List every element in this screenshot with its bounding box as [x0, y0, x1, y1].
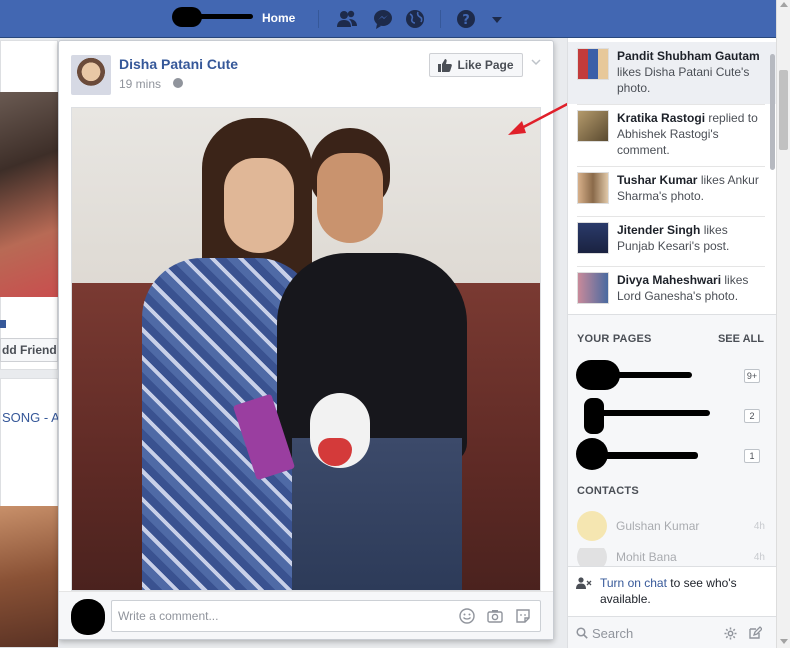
like-page-label: Like Page: [457, 58, 514, 72]
see-all-pages-link[interactable]: SEE ALL: [718, 333, 764, 345]
feed-song-link[interactable]: SONG - A: [2, 410, 60, 425]
scroll-down-arrow-icon[interactable]: [780, 639, 788, 644]
ticker-name: Jitender Singh: [617, 223, 701, 237]
redacted-page-2-name: [598, 410, 710, 416]
photo-person-2-face: [317, 153, 383, 243]
page-scrollbar[interactable]: [776, 0, 790, 648]
friend-requests-icon[interactable]: [336, 9, 358, 29]
contact-avatar: [577, 511, 607, 541]
ticker-separator: [577, 266, 765, 267]
svg-text:?: ?: [462, 13, 470, 28]
sticker-icon[interactable]: [515, 608, 531, 624]
top-navigation-bar: Home ?: [0, 0, 776, 38]
post-timestamp[interactable]: 19 mins: [119, 77, 161, 91]
ticker-separator: [577, 104, 765, 105]
ticker-text: Jitender Singh likes Punjab Kesari's pos…: [617, 222, 765, 254]
contact-last-active: 4h: [753, 520, 765, 532]
ticker-name: Tushar Kumar: [617, 173, 698, 187]
like-page-button[interactable]: Like Page: [429, 53, 523, 77]
topbar-divider-2: [440, 10, 441, 28]
page-notification-badge: 2: [744, 409, 760, 423]
add-friend-button[interactable]: dd Friend: [0, 338, 58, 362]
ticker-item[interactable]: Pandit Shubham Gautam likes Disha Patani…: [577, 48, 765, 96]
chat-search-input[interactable]: [592, 623, 712, 643]
ticker-thumbnail: [577, 222, 609, 254]
post-photo[interactable]: [71, 107, 541, 591]
ticker-item[interactable]: Divya Maheshwari likes Lord Ganesha's ph…: [577, 272, 765, 304]
contacts-heading: CONTACTS: [577, 485, 639, 497]
public-globe-icon: [173, 78, 183, 88]
contact-item[interactable]: Mohit Bana 4h: [577, 548, 765, 566]
ticker-separator: [577, 216, 765, 217]
contact-item[interactable]: Gulshan Kumar 4h: [577, 511, 765, 541]
home-link[interactable]: Home: [262, 11, 295, 25]
emoji-icon[interactable]: [459, 608, 475, 624]
help-icon[interactable]: ?: [455, 9, 477, 29]
ticker-thumbnail: [577, 272, 609, 304]
photo-person-1-face: [224, 158, 294, 253]
post-options-chevron-icon[interactable]: [531, 57, 541, 67]
camera-icon[interactable]: [487, 608, 503, 624]
topbar-divider: [318, 10, 319, 28]
page-notification-badge: 1: [744, 449, 760, 463]
ticker-name: Kratika Rastogi: [617, 111, 706, 125]
redacted-page-1-name: [608, 372, 692, 378]
your-pages-heading: YOUR PAGES: [577, 333, 652, 345]
thumbs-up-icon: [438, 58, 453, 72]
ticker-item[interactable]: Kratika Rastogi replied to Abhishek Rast…: [577, 110, 765, 158]
comment-composer: [59, 591, 553, 639]
page-avatar[interactable]: [71, 55, 111, 95]
gear-icon[interactable]: [724, 627, 737, 640]
feed-photo[interactable]: [0, 92, 58, 297]
ticker-item[interactable]: Tushar Kumar likes Ankur Sharma's photo.: [577, 172, 765, 204]
chat-off-notice: Turn on chat to see who's available.: [568, 566, 777, 616]
ticker-thumbnail: [577, 110, 609, 142]
post-card: Disha Patani Cute 19 mins Like Page: [58, 40, 554, 640]
ticker-name: Pandit Shubham Gautam: [617, 49, 760, 63]
redacted-commenter-avatar: [71, 599, 105, 635]
ticker-thumbnail: [577, 172, 609, 204]
search-icon: [576, 627, 588, 639]
ticker-item[interactable]: Jitender Singh likes Punjab Kesari's pos…: [577, 222, 765, 254]
account-menu-chevron-icon[interactable]: [486, 9, 508, 29]
contact-name: Gulshan Kumar: [616, 519, 700, 533]
messenger-icon[interactable]: [372, 9, 394, 29]
ticker-separator: [577, 166, 765, 167]
ticker-action: likes Disha Patani Cute's photo.: [617, 65, 750, 95]
ticker-scrollbar[interactable]: [770, 54, 775, 170]
redacted-page-3-name: [602, 452, 698, 459]
new-message-icon[interactable]: [748, 626, 762, 640]
page-notification-badge: 9+: [744, 369, 760, 383]
contact-name: Mohit Bana: [616, 550, 677, 564]
scroll-up-arrow-icon[interactable]: [780, 2, 788, 7]
chat-search-bar: [568, 616, 777, 648]
ticker-text: Divya Maheshwari likes Lord Ganesha's ph…: [617, 272, 765, 304]
scrollbar-thumb[interactable]: [779, 70, 788, 150]
contact-avatar: [577, 548, 607, 566]
feed-photo-2[interactable]: [0, 506, 58, 647]
ticker-text: Tushar Kumar likes Ankur Sharma's photo.: [617, 172, 765, 204]
photo-person-2-top: [277, 253, 467, 463]
contact-last-active: 4h: [753, 551, 765, 563]
chat-person-icon: [576, 577, 592, 589]
ticker-text: Pandit Shubham Gautam likes Disha Patani…: [617, 48, 765, 96]
ticker-name: Divya Maheshwari: [617, 273, 722, 287]
turn-on-chat-link[interactable]: Turn on chat: [600, 576, 667, 590]
notifications-globe-icon[interactable]: [404, 9, 426, 29]
right-sidebar: Pandit Shubham Gautam likes Disha Patani…: [567, 38, 777, 648]
comment-input[interactable]: [111, 600, 541, 632]
redacted-page-2[interactable]: [584, 398, 604, 434]
redacted-profile-scribble-tail: [195, 14, 253, 19]
ticker-text: Kratika Rastogi replied to Abhishek Rast…: [617, 110, 765, 158]
page-name-link[interactable]: Disha Patani Cute: [119, 56, 238, 72]
photo-person-2-jeans: [292, 438, 462, 590]
ticker-thumbnail: [577, 48, 609, 80]
feed-link-fragment: [0, 320, 6, 328]
activity-ticker: Pandit Shubham Gautam likes Disha Patani…: [568, 38, 777, 315]
background-news-feed: dd Friend SONG - A: [0, 38, 60, 648]
